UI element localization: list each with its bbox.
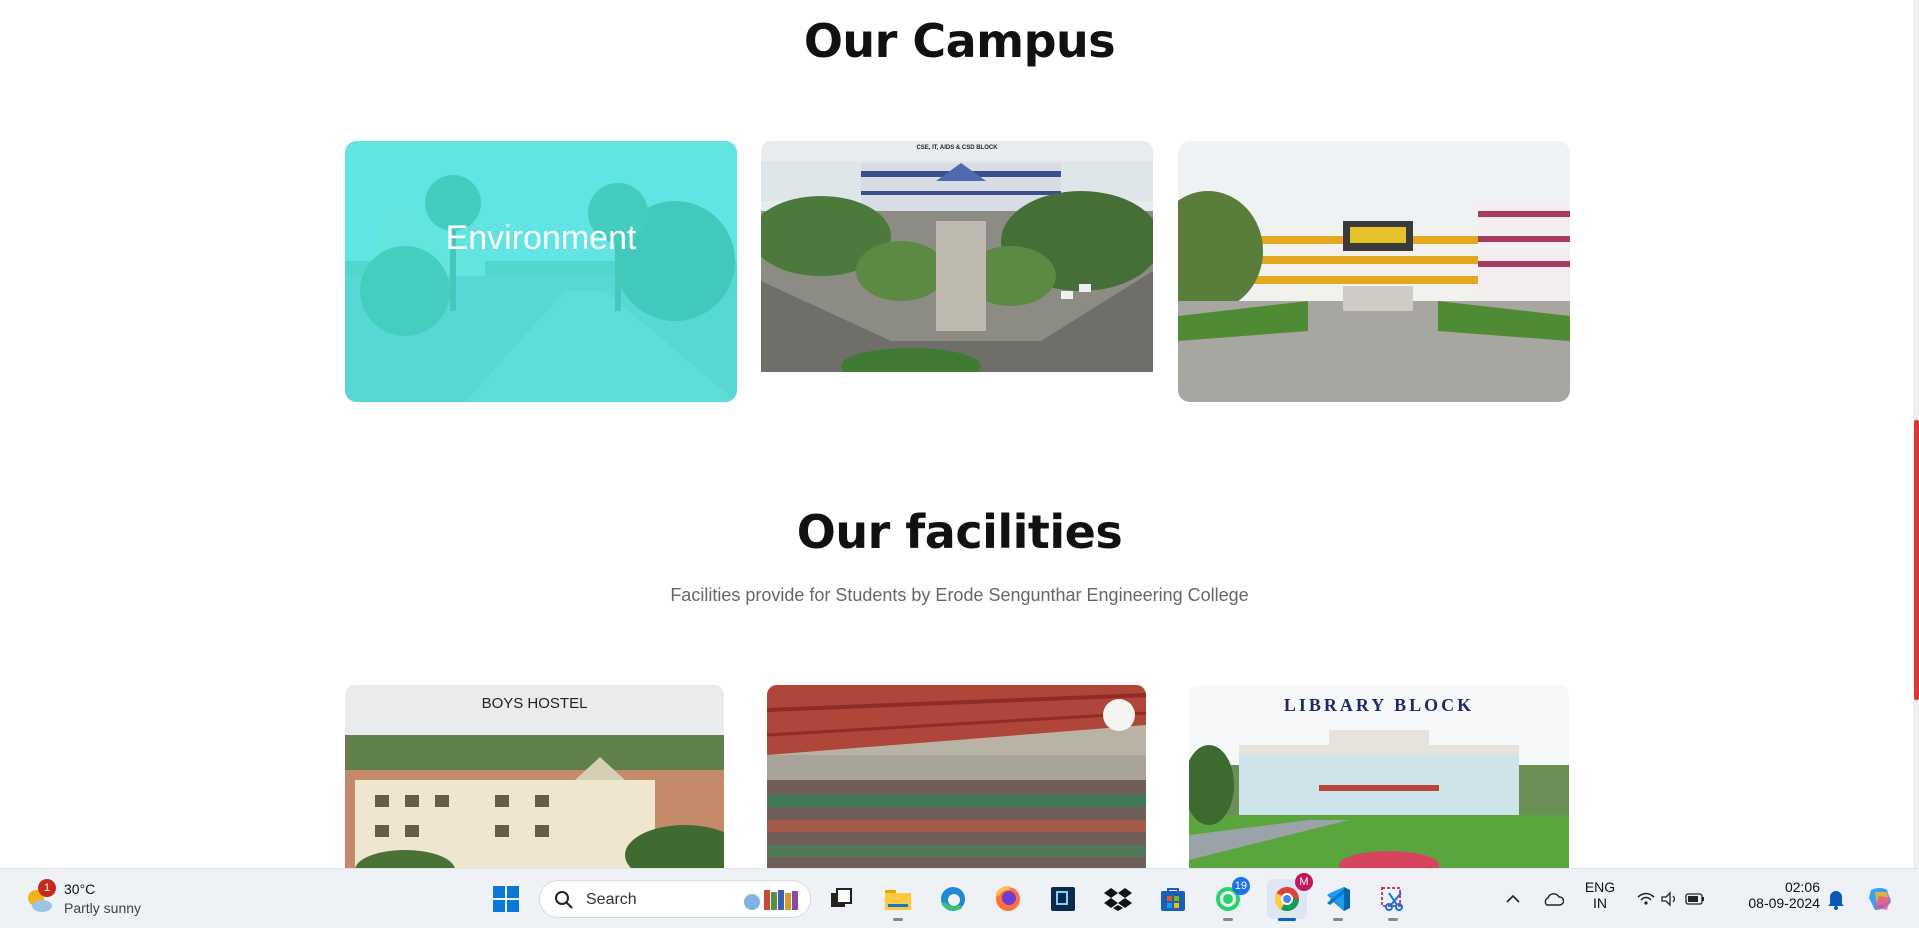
- snipping-tool-icon: [1381, 887, 1403, 911]
- microsoft-store-icon: [1161, 888, 1185, 911]
- start-button[interactable]: [490, 883, 522, 915]
- chevron-up-icon: [1506, 894, 1520, 903]
- bell-icon: [1828, 891, 1844, 910]
- environment-overlay-label: Environment: [445, 219, 637, 257]
- app-button-dark[interactable]: [1047, 883, 1079, 915]
- running-indicator: [893, 918, 903, 921]
- our-campus-heading: Our Campus: [803, 14, 1116, 68]
- clock-date: 08-09-2024: [1748, 895, 1820, 911]
- edge-icon: [941, 887, 965, 911]
- whatsapp-unread-badge: 19: [1231, 877, 1250, 895]
- network-volume-battery[interactable]: [1634, 883, 1708, 915]
- file-explorer-button[interactable]: [882, 883, 914, 921]
- weather-badge: 1: [38, 879, 56, 897]
- campus-card-main-building[interactable]: [1178, 141, 1570, 402]
- windows-logo-icon: [493, 886, 519, 912]
- weather-condition: Partly sunny: [64, 900, 142, 916]
- clock[interactable]: 02:06 08-09-2024: [1730, 879, 1820, 911]
- dropbox-icon: [1104, 888, 1132, 911]
- scrollbar-thumb[interactable]: [1914, 420, 1919, 700]
- facility-card-auditorium[interactable]: [767, 685, 1146, 868]
- running-indicator: [1388, 918, 1398, 921]
- web-page: Our Campus Environment CSE, IT, AIDS & C…: [0, 0, 1919, 868]
- screen-sketch-icon: [1051, 887, 1075, 911]
- chrome-profile-badge: M: [1295, 873, 1313, 891]
- taskbar: 1 30°C Partly sunny Search 19 M ENG IN 0…: [0, 868, 1919, 928]
- search-placeholder: Search: [586, 891, 637, 908]
- search-highlight-icon: [744, 890, 798, 910]
- weather-temperature: 30°C: [64, 881, 96, 897]
- vscode-icon: [1327, 887, 1350, 911]
- boys-hostel-caption: BOYS HOSTEL: [481, 695, 588, 712]
- copilot-button[interactable]: [1864, 883, 1896, 915]
- language-code: ENG: [1584, 879, 1616, 895]
- wifi-volume-battery-icons: [1637, 891, 1704, 907]
- weather-widget[interactable]: 1 30°C Partly sunny: [24, 879, 164, 919]
- show-hidden-icons-button[interactable]: [1497, 883, 1529, 915]
- campus-card-cse-block[interactable]: CSE, IT, AIDS & CSD BLOCK: [761, 141, 1153, 372]
- clock-time: 02:06: [1784, 879, 1820, 895]
- dropbox-button[interactable]: [1102, 883, 1134, 915]
- cse-block-caption: CSE, IT, AIDS & CSD BLOCK: [916, 145, 998, 151]
- running-indicator: [1333, 918, 1343, 921]
- store-button[interactable]: [1157, 883, 1189, 915]
- task-view-icon: [831, 888, 852, 907]
- language-region: IN: [1593, 895, 1607, 911]
- onedrive-button[interactable]: [1537, 883, 1569, 915]
- campus-card-environment[interactable]: Environment: [345, 141, 737, 402]
- chrome-button[interactable]: M: [1267, 873, 1313, 921]
- whatsapp-button[interactable]: 19: [1212, 877, 1250, 921]
- running-indicator: [1223, 918, 1233, 921]
- folder-icon: [885, 890, 911, 910]
- our-facilities-heading: Our facilities: [796, 505, 1123, 559]
- taskbar-search[interactable]: Search: [539, 880, 811, 918]
- notifications-button[interactable]: [1820, 883, 1852, 915]
- firefox-button[interactable]: [992, 883, 1024, 915]
- chrome-icon: [1274, 887, 1299, 912]
- vscode-button[interactable]: [1322, 883, 1354, 921]
- search-icon: [555, 891, 573, 909]
- edge-button[interactable]: [937, 883, 969, 915]
- page-scrollbar[interactable]: [1913, 0, 1919, 868]
- language-indicator[interactable]: ENG IN: [1578, 879, 1622, 911]
- facility-card-boys-hostel[interactable]: BOYS HOSTEL: [345, 685, 724, 868]
- snipping-tool-button[interactable]: [1377, 883, 1409, 921]
- task-view-button[interactable]: [825, 883, 857, 915]
- active-indicator: [1278, 918, 1296, 921]
- facilities-subtitle: Facilities provide for Students by Erode…: [670, 585, 1249, 605]
- auditorium-image: [767, 685, 1146, 868]
- library-block-caption: LIBRARY BLOCK: [1283, 695, 1475, 715]
- cloud-icon: [1544, 893, 1564, 906]
- main-building-image: [1178, 141, 1570, 402]
- environment-overlay: [345, 141, 737, 402]
- boys-hostel-image: [345, 685, 724, 868]
- firefox-icon: [995, 885, 1020, 911]
- cse-block-image: [761, 141, 1153, 372]
- copilot-icon: [1869, 888, 1891, 910]
- facility-card-library-block[interactable]: LIBRARY BLOCK: [1189, 685, 1569, 868]
